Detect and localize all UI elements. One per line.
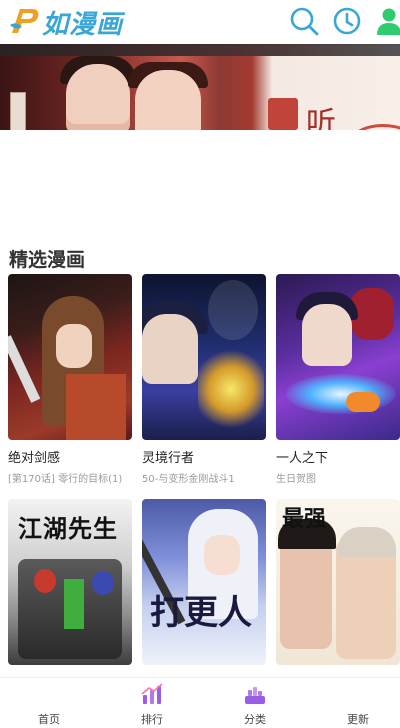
comic-card[interactable]: 一人之下 生日贺图 [276,274,400,485]
ranking-icon [141,683,163,704]
comic-card[interactable]: 打更人 [142,499,266,665]
comic-latest-chapter: 50-与变形金刚战斗1 [142,474,235,485]
cover-title-art: 最强 [282,506,327,532]
nav-label: 分类 [244,713,266,726]
featured-banner[interactable]: 听 [0,44,400,130]
comic-cover[interactable] [8,274,132,440]
history-clock-icon[interactable] [331,5,363,37]
comic-card[interactable]: 最强 [276,499,400,665]
comic-latest-chapter: [第170话] 零行的目标(1) [8,474,123,485]
banner-character-face [135,70,201,130]
comic-cover[interactable]: 江湖先生 [8,499,132,665]
nav-item-category[interactable]: 分类 [225,678,285,728]
comic-cover[interactable] [276,274,400,440]
search-icon[interactable] [288,5,320,37]
nav-item-home[interactable]: 首页 [19,678,79,728]
banner-character-face [66,64,130,130]
comic-card[interactable]: 绝对剑感 [第170话] 零行的目标(1) [8,274,132,485]
banner-seal [268,98,298,130]
app-logo[interactable]: 如漫画 [6,2,123,42]
banner-ring [350,124,400,130]
comic-cover[interactable]: 打更人 [142,499,266,665]
cover-title-art: 江湖先生 [18,514,118,543]
comic-title[interactable]: 一人之下 [276,447,400,466]
nav-label: 排行 [141,713,163,726]
comic-cover[interactable] [142,274,266,440]
comic-latest-chapter: 生日贺图 [276,474,316,485]
section-title: 精选漫画 [9,249,86,271]
logo-mark-icon [10,9,39,33]
nav-label: 首页 [38,713,60,726]
banner-title: 听 [306,106,340,130]
banner-tag [10,92,26,130]
nav-item-ranking[interactable]: 排行 [122,678,182,728]
user-icon[interactable] [376,5,400,37]
banner-stripe [0,44,400,56]
comic-cover[interactable]: 最强 [276,499,400,665]
nav-item-update[interactable]: 更新 [328,678,388,728]
comic-title[interactable]: 绝对剑感 [8,447,132,466]
app-header: 如漫画 [0,0,400,44]
nav-label: 更新 [347,713,369,726]
comic-card[interactable]: 江湖先生 [8,499,132,665]
category-icon [245,687,265,704]
bottom-nav: 首页 排行 分类 更新 [0,677,400,728]
comic-title[interactable]: 灵境行者 [142,447,266,466]
logo-text: 如漫画 [42,9,124,40]
comic-card[interactable]: 灵境行者 50-与变形金刚战斗1 [142,274,266,485]
cover-title-art: 打更人 [150,593,252,633]
